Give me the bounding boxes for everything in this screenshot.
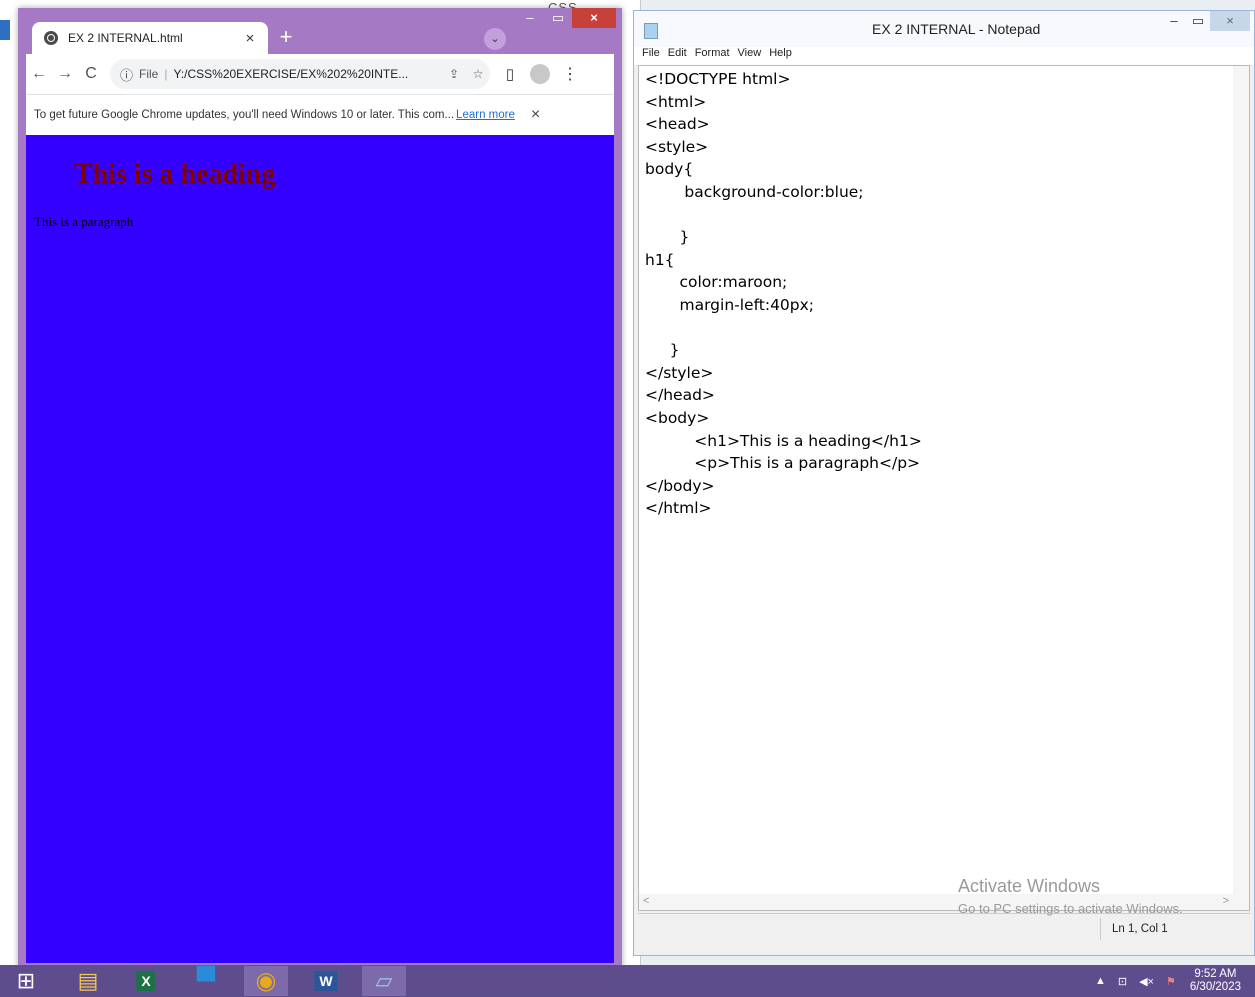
tab-search-button[interactable]: ⌄	[484, 28, 506, 50]
chrome-icon: ◉	[255, 967, 277, 995]
url-separator: |	[164, 67, 168, 81]
minimize-button[interactable]: –	[516, 8, 544, 28]
forward-button[interactable]: →	[52, 65, 78, 83]
share-icon[interactable]: ⇪	[442, 67, 466, 81]
taskbar: ⊞ ▤ X ▀ ◉ W ▱ ▲ ⊡ ◀× ⚑ 9:52 AM 6/30/2023	[0, 965, 1255, 997]
notepad-titlebar: EX 2 INTERNAL - Notepad – ▭ ×	[634, 11, 1254, 47]
globe-icon	[44, 31, 58, 45]
clock-time: 9:52 AM	[1194, 968, 1237, 980]
clock[interactable]: 9:52 AM 6/30/2023	[1190, 968, 1241, 994]
menu-dots-icon[interactable]: ⋮	[558, 64, 582, 84]
volume-muted-icon[interactable]: ◀×	[1139, 975, 1154, 988]
excel-icon: X	[136, 971, 156, 991]
bookmark-star-icon[interactable]: ☆	[466, 67, 490, 81]
page-paragraph: This is a paragraph	[34, 214, 134, 229]
scroll-left-icon[interactable]: <	[643, 895, 649, 907]
show-hidden-icons-icon[interactable]: ▲	[1095, 975, 1106, 987]
notepad-icon: ▱	[375, 968, 393, 993]
maximize-button[interactable]: ▭	[544, 8, 572, 28]
notepad-menubar: File Edit Format View Help	[634, 47, 1254, 65]
info-icon[interactable]: ⓘ	[120, 65, 133, 84]
folder-icon: ▤	[77, 968, 99, 993]
tab-close-icon[interactable]: ×	[240, 30, 260, 47]
address-bar[interactable]: ⓘ File | Y:/CSS%20EXERCISE/EX%202%20INTE…	[110, 59, 490, 89]
notepad-title: EX 2 INTERNAL - Notepad	[872, 21, 1041, 37]
menu-edit[interactable]: Edit	[668, 47, 687, 65]
notepad-close-button[interactable]: ×	[1210, 11, 1250, 31]
activate-windows-watermark: Activate Windows Go to PC settings to ac…	[958, 876, 1183, 916]
taskbar-word[interactable]: W	[304, 966, 348, 996]
watermark-title: Activate Windows	[958, 876, 1101, 896]
chrome-window: EX 2 INTERNAL.html × + ⌄ – ▭ × ← → C ⓘ F…	[18, 8, 622, 970]
notepad-maximize-button[interactable]: ▭	[1186, 11, 1210, 31]
clock-date: 6/30/2023	[1189, 981, 1241, 993]
notepad-statusbar: Ln 1, Col 1	[638, 913, 1250, 944]
menu-view[interactable]: View	[738, 47, 762, 65]
notepad-code[interactable]: <!DOCTYPE html> <html> <head> <style> bo…	[645, 68, 922, 520]
infobar-message: To get future Google Chrome updates, you…	[34, 109, 455, 121]
taskbar-notepad[interactable]: ▱	[362, 966, 406, 996]
close-button[interactable]: ×	[572, 8, 616, 28]
infobar-close-icon[interactable]: ×	[531, 106, 540, 124]
tab-title: EX 2 INTERNAL.html	[68, 31, 183, 45]
background-window-strip	[0, 20, 10, 40]
new-tab-button[interactable]: +	[274, 26, 298, 50]
menu-file[interactable]: File	[642, 47, 660, 65]
notepad-window-controls: – ▭ ×	[1162, 11, 1250, 31]
profile-avatar-icon[interactable]	[530, 64, 550, 84]
taskbar-excel[interactable]: X	[124, 966, 168, 996]
taskbar-chrome[interactable]: ◉	[244, 966, 288, 996]
side-panel-icon[interactable]: ▯	[496, 65, 524, 83]
status-separator	[1100, 918, 1101, 940]
watermark-subtitle: Go to PC settings to activate Windows.	[958, 901, 1183, 916]
page-viewport: This is a heading This is a paragraph	[26, 135, 614, 963]
notepad-minimize-button[interactable]: –	[1162, 11, 1186, 31]
menu-help[interactable]: Help	[769, 47, 792, 65]
taskbar-file-explorer[interactable]: ▤	[66, 966, 110, 996]
network-icon[interactable]: ⊡	[1118, 975, 1127, 988]
taskbar-store[interactable]: ▀	[184, 966, 228, 996]
browser-toolbar: ← → C ⓘ File | Y:/CSS%20EXERCISE/EX%202%…	[26, 54, 614, 94]
learn-more-link[interactable]: Learn more	[456, 109, 515, 121]
start-button[interactable]: ⊞	[4, 966, 48, 996]
vertical-scrollbar[interactable]	[1233, 66, 1249, 910]
notepad-app-icon	[644, 23, 658, 39]
browser-tab[interactable]: EX 2 INTERNAL.html ×	[32, 22, 268, 54]
url-scheme: File	[139, 67, 159, 81]
word-icon: W	[314, 971, 338, 991]
reload-button[interactable]: C	[78, 65, 104, 83]
action-center-flag-icon[interactable]: ⚑	[1166, 975, 1176, 988]
url-text[interactable]: Y:/CSS%20EXERCISE/EX%202%20INTE...	[173, 67, 442, 81]
page-heading: This is a heading	[74, 159, 276, 190]
update-infobar: To get future Google Chrome updates, you…	[26, 94, 614, 136]
menu-format[interactable]: Format	[695, 47, 730, 65]
chrome-window-controls: – ▭ ×	[516, 8, 616, 28]
tab-strip: EX 2 INTERNAL.html × + ⌄ – ▭ ×	[18, 8, 622, 54]
notepad-text-area[interactable]: <!DOCTYPE html> <html> <head> <style> bo…	[638, 65, 1250, 911]
notepad-window: EX 2 INTERNAL - Notepad – ▭ × File Edit …	[633, 10, 1255, 956]
system-tray: ▲ ⊡ ◀× ⚑ 9:52 AM 6/30/2023	[1089, 965, 1241, 997]
back-button[interactable]: ←	[26, 65, 52, 83]
windows-icon: ⊞	[16, 968, 36, 993]
store-icon: ▀	[196, 965, 216, 996]
cursor-position: Ln 1, Col 1	[1112, 923, 1168, 935]
scroll-right-icon[interactable]: >	[1223, 895, 1229, 907]
